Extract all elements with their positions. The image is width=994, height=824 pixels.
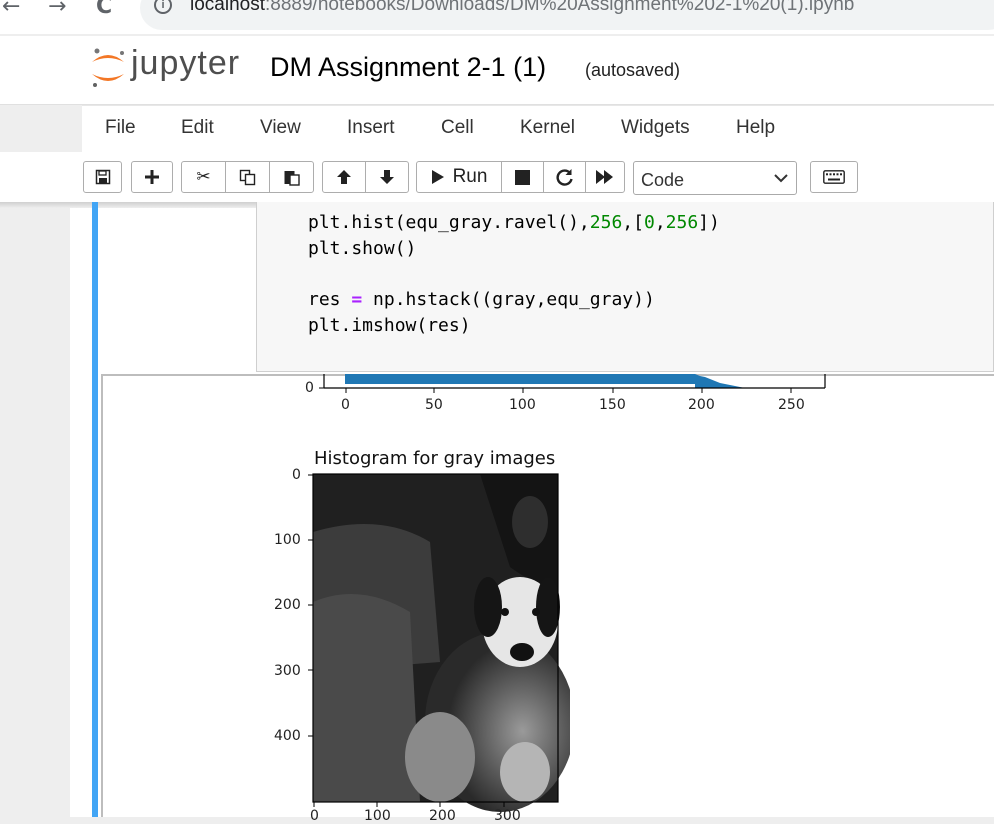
command-palette-button[interactable] [810,161,858,193]
cell-type-select[interactable]: Code [633,161,797,195]
scissors-icon: ✂ [196,167,211,187]
jupyter-logo-text[interactable]: jupyter [131,44,240,83]
play-icon [431,170,444,184]
menu-file[interactable]: File [105,117,136,139]
code-token: plt.hist(equ_gray.ravel(), [308,212,590,233]
cell-type-value: Code [641,170,685,190]
image-ytick-label: 0 [292,467,301,483]
paste-button[interactable] [269,161,314,193]
image-ytick-label: 300 [274,663,301,679]
menu-edit[interactable]: Edit [181,117,214,139]
image-xtick-label: 200 [429,808,456,824]
autosave-status: (autosaved) [585,60,681,80]
hist-xtick-label: 0 [341,397,350,413]
code-token: np.hstack((gray,equ_gray)) [362,289,655,310]
fast-forward-icon [596,170,613,184]
code-token: , [654,212,666,233]
menu-cell[interactable]: Cell [441,117,474,139]
url-host: localhost [190,0,265,15]
cut-button[interactable]: ✂ [181,161,226,193]
image-ytick-label: 200 [274,597,301,613]
menu-help[interactable]: Help [736,117,775,139]
stop-icon [515,169,530,185]
menu-view[interactable]: View [260,117,301,139]
code-number: 0 [643,212,655,233]
copy-icon [239,169,256,185]
code-line[interactable]: res = np.hstack((gray,equ_gray)) [308,289,655,310]
code-line[interactable]: plt.imshow(res) [308,315,471,336]
floppy-disk-icon [95,169,110,185]
arrow-down-icon [380,170,394,184]
move-down-button[interactable] [365,161,409,193]
jupyter-logo-icon[interactable] [88,46,128,90]
code-operator: = [351,289,363,310]
hist-xtick-label: 50 [425,397,443,413]
restart-kernel-button[interactable] [543,161,586,193]
code-token: res [308,289,352,310]
run-label: Run [452,166,488,187]
image-xtick-label: 0 [310,808,319,824]
run-button[interactable]: Run [416,161,502,193]
plus-icon [145,170,159,184]
url-text[interactable]: localhost:8889/notebooks/Downloads/DM%20… [190,0,854,16]
code-token: ,[ [622,212,644,233]
notebook-title[interactable]: DM Assignment 2-1 (1) [270,52,546,83]
url-path: :8889/notebooks/Downloads/DM%20Assignmen… [265,0,855,15]
hist-xtick-label: 100 [509,397,536,413]
keyboard-icon [823,170,845,184]
image-xtick-label: 300 [494,808,521,824]
menu-kernel[interactable]: Kernel [520,117,575,139]
image-xtick-label: 100 [364,808,391,824]
image-plot-title: Histogram for gray images [314,448,556,469]
code-line[interactable]: plt.show() [308,238,416,259]
paste-icon [284,170,300,186]
restart-icon [555,169,573,186]
histogram-tail [695,374,745,388]
interrupt-button[interactable] [501,161,544,193]
save-button[interactable] [83,161,122,193]
forward-arrow-icon[interactable]: → [48,0,66,19]
menu-insert[interactable]: Insert [347,117,395,139]
selected-cell-indicator [92,202,98,817]
histogram-plot [319,374,826,393]
image-ytick-label: 100 [274,532,301,548]
code-number: 256 [665,212,699,233]
code-token: ]) [698,212,720,233]
histogram-bars [345,374,695,384]
restart-run-all-button[interactable] [585,161,625,193]
insert-cell-button[interactable] [131,161,173,193]
image-ytick-label: 400 [274,728,301,744]
code-line[interactable]: plt.hist(equ_gray.ravel(),256,[0,256]) [308,212,720,233]
move-up-button[interactable] [322,161,366,193]
hist-xtick-label: 150 [599,397,626,413]
back-arrow-icon[interactable]: ← [2,0,20,19]
reload-icon[interactable]: C [96,0,112,19]
hist-xtick-label: 250 [778,397,805,413]
arrow-up-icon [337,170,351,184]
hist-ytick-label: 0 [305,380,314,396]
chevron-down-icon [774,174,788,183]
code-number: 256 [589,212,623,233]
hist-xtick-label: 200 [688,397,715,413]
copy-button[interactable] [225,161,270,193]
menu-widgets[interactable]: Widgets [621,117,690,139]
grayscale-image-plot [308,473,570,812]
